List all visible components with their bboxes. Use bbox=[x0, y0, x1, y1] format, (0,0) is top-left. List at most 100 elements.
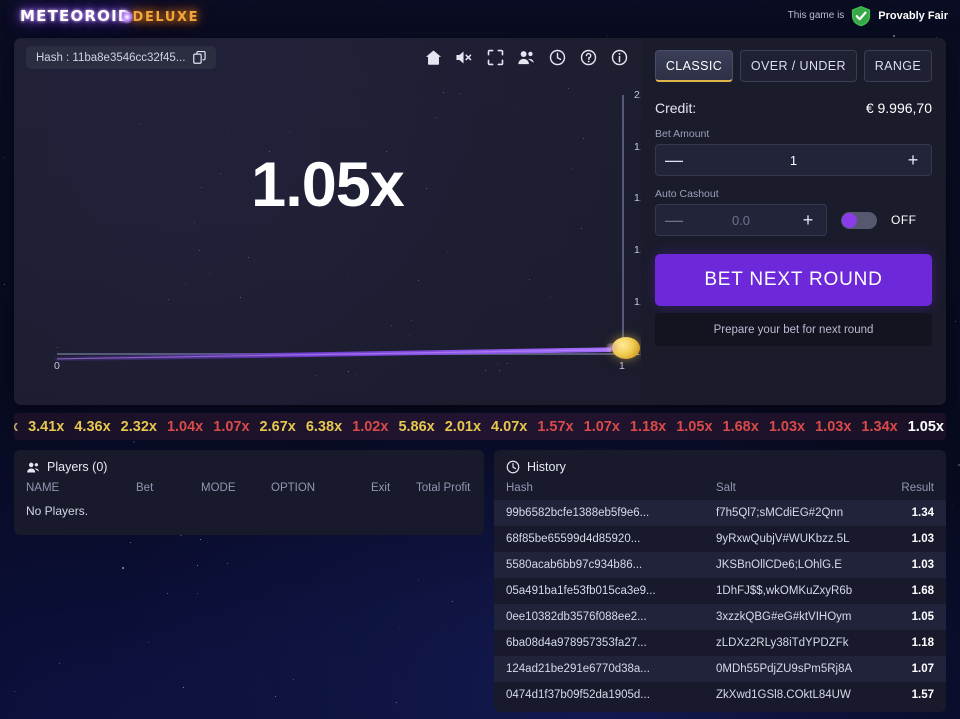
players-panel: Players (0) NAME Bet MODE OPTION Exit To… bbox=[14, 450, 484, 535]
players-col-name: NAME bbox=[26, 482, 136, 494]
app-logo[interactable]: METEOROID DELUXE bbox=[20, 7, 199, 25]
history-row[interactable]: 5580acab6bb97c934b86...JKSBnOllCDe6;LOhl… bbox=[494, 552, 946, 578]
copy-icon[interactable] bbox=[193, 51, 206, 64]
star bbox=[485, 370, 486, 371]
home-icon[interactable] bbox=[419, 44, 447, 72]
star bbox=[518, 108, 519, 109]
history-col-salt: Salt bbox=[716, 482, 878, 494]
history-row-salt: 9yRxwQubjV#WUKbzz.5L bbox=[716, 533, 878, 545]
game-panel: Hash : 11ba8e3546cc32f45... bbox=[14, 38, 946, 405]
multiplier-chip[interactable]: 1.18x bbox=[630, 419, 666, 435]
multiplier-chip[interactable]: 2.67x bbox=[260, 419, 296, 435]
multiplier-chip[interactable]: 3.41x bbox=[28, 419, 64, 435]
credit-value: € 9.996,70 bbox=[866, 100, 932, 116]
star bbox=[507, 363, 508, 364]
players-title-row: Players (0) bbox=[26, 460, 472, 474]
multiplier-chip[interactable]: 2.12x bbox=[14, 419, 18, 435]
history-column-headers: Hash Salt Result bbox=[494, 482, 946, 494]
history-row-salt: f7h5Ql7;sMCdiEG#2Qnn bbox=[716, 507, 878, 519]
bet-amount-increment[interactable]: + bbox=[895, 145, 931, 175]
multiplier-chip[interactable]: 4.07x bbox=[491, 419, 527, 435]
multiplier-chip[interactable]: 1.07x bbox=[584, 419, 620, 435]
credit-label: Credit: bbox=[655, 100, 696, 116]
multiplier-chip[interactable]: 1.34x bbox=[861, 419, 897, 435]
history-row[interactable]: 0474d1f37b09f52da1905d...ZkXwd1GSl8.COkt… bbox=[494, 682, 946, 708]
multiplier-chip[interactable]: 4.36x bbox=[74, 419, 110, 435]
bet-amount-stepper[interactable]: — 1 + bbox=[655, 144, 932, 176]
auto-cashout-decrement[interactable]: — bbox=[656, 205, 692, 235]
star bbox=[140, 124, 141, 125]
help-icon[interactable] bbox=[574, 44, 602, 72]
players-col-bet: Bet bbox=[136, 482, 201, 494]
history-row[interactable]: 124ad21be291e6770d38a...0MDh55PdjZU9sPm5… bbox=[494, 656, 946, 682]
history-row-result: 1.34 bbox=[878, 507, 934, 519]
bet-amount-input[interactable]: 1 bbox=[692, 153, 895, 168]
multiplier-chip[interactable]: 1.03x bbox=[769, 419, 805, 435]
chart-plot-area: 1.05x 2.0 1.8 1.6 1.4 1.2 1.0 0 1 bbox=[14, 77, 641, 405]
history-row[interactable]: 68f85be65599d4d85920...9yRxwQubjV#WUKbzz… bbox=[494, 526, 946, 552]
auto-cashout-toggle-label: OFF bbox=[891, 213, 917, 227]
history-row[interactable]: 05a491ba1fe53fb015ca3e9...1DhFJ$$,wkOMKu… bbox=[494, 578, 946, 604]
auto-cashout-row: — 0.0 + OFF bbox=[655, 204, 932, 236]
auto-cashout-label: Auto Cashout bbox=[655, 188, 932, 200]
fullscreen-icon[interactable] bbox=[481, 44, 509, 72]
multiplier-chip[interactable]: 1.03x bbox=[815, 419, 851, 435]
tab-range[interactable]: RANGE bbox=[864, 50, 932, 82]
bet-amount-decrement[interactable]: — bbox=[656, 145, 692, 175]
provably-fair-prefix: This game is bbox=[788, 10, 845, 21]
multiplier-chip[interactable]: 1.05x bbox=[908, 419, 944, 435]
game-toolbar: Hash : 11ba8e3546cc32f45... bbox=[14, 38, 641, 77]
history-row-hash: 0ee10382db3576f088ee2... bbox=[506, 611, 716, 623]
history-col-result: Result bbox=[878, 482, 934, 494]
multiplier-chip[interactable]: 1.68x bbox=[723, 419, 759, 435]
clock-icon[interactable] bbox=[543, 44, 571, 72]
multiplier-chip[interactable]: 5.86x bbox=[398, 419, 434, 435]
history-row-hash: 0474d1f37b09f52da1905d... bbox=[506, 689, 716, 701]
multiplier-chip[interactable]: 2.01x bbox=[445, 419, 481, 435]
info-icon[interactable] bbox=[605, 44, 633, 72]
star bbox=[426, 188, 427, 189]
multiplier-history-strip[interactable]: 2.81x2.12x3.41x4.36x2.32x1.04x1.07x2.67x… bbox=[14, 413, 946, 440]
star bbox=[269, 151, 270, 152]
multiplier-chip[interactable]: 1.07x bbox=[213, 419, 249, 435]
multiplier-chip[interactable]: 1.04x bbox=[167, 419, 203, 435]
tab-classic[interactable]: CLASSIC bbox=[655, 50, 733, 82]
players-col-mode: MODE bbox=[201, 482, 271, 494]
tab-over-under[interactable]: OVER / UNDER bbox=[740, 50, 857, 82]
history-row-salt: ZkXwd1GSl8.COktL84UW bbox=[716, 689, 878, 701]
bet-next-round-button[interactable]: BET NEXT ROUND bbox=[655, 254, 932, 306]
shield-check-icon bbox=[851, 5, 871, 27]
history-row-hash: 99b6582bcfe1388eb5f9e6... bbox=[506, 507, 716, 519]
hash-text: Hash : 11ba8e3546cc32f45... bbox=[36, 52, 185, 64]
star bbox=[497, 363, 498, 364]
auto-cashout-stepper[interactable]: — 0.0 + bbox=[655, 204, 827, 236]
multiplier-chip[interactable]: 6.38x bbox=[306, 419, 342, 435]
multiplier-chip[interactable]: 1.02x bbox=[352, 419, 388, 435]
toggle-knob bbox=[842, 213, 857, 228]
toolbar-icons bbox=[419, 44, 633, 72]
auto-cashout-increment[interactable]: + bbox=[790, 205, 826, 235]
history-row[interactable]: 0ee10382db3576f088ee2...3xzzkQBG#eG#ktVI… bbox=[494, 604, 946, 630]
history-title-row: History bbox=[494, 460, 946, 474]
history-row-salt: 1DhFJ$$,wkOMKuZxyR6b bbox=[716, 585, 878, 597]
provably-fair-badge[interactable]: This game is Provably Fair bbox=[788, 5, 948, 27]
auto-cashout-input[interactable]: 0.0 bbox=[692, 213, 790, 228]
volume-muted-icon[interactable] bbox=[450, 44, 478, 72]
history-row[interactable]: 6ba08d4a978957353fa27...zLDXz2RLy38iTdYP… bbox=[494, 630, 946, 656]
players-icon[interactable] bbox=[512, 44, 540, 72]
multiplier-chip[interactable]: 1.05x bbox=[676, 419, 712, 435]
hash-display[interactable]: Hash : 11ba8e3546cc32f45... bbox=[26, 46, 216, 69]
history-rows: 99b6582bcfe1388eb5f9e6...f7h5Ql7;sMCdiEG… bbox=[494, 500, 946, 708]
history-panel: History Hash Salt Result 99b6582bcfe1388… bbox=[494, 450, 946, 712]
auto-cashout-toggle[interactable] bbox=[841, 212, 877, 229]
history-row[interactable]: 99b6582bcfe1388eb5f9e6...f7h5Ql7;sMCdiEG… bbox=[494, 500, 946, 526]
logo-spark-icon bbox=[121, 9, 133, 25]
multiplier-chip[interactable]: 1.57x bbox=[537, 419, 573, 435]
history-row-salt: 3xzzkQBG#eG#ktVIHOym bbox=[716, 611, 878, 623]
multiplier-chip[interactable]: 2.32x bbox=[121, 419, 157, 435]
history-row-result: 1.68 bbox=[878, 585, 934, 597]
star bbox=[447, 252, 448, 253]
players-column-headers: NAME Bet MODE OPTION Exit Total Profit bbox=[26, 482, 472, 494]
game-stage: Hash : 11ba8e3546cc32f45... bbox=[14, 38, 641, 405]
logo-sub-text: DELUXE bbox=[133, 10, 200, 25]
